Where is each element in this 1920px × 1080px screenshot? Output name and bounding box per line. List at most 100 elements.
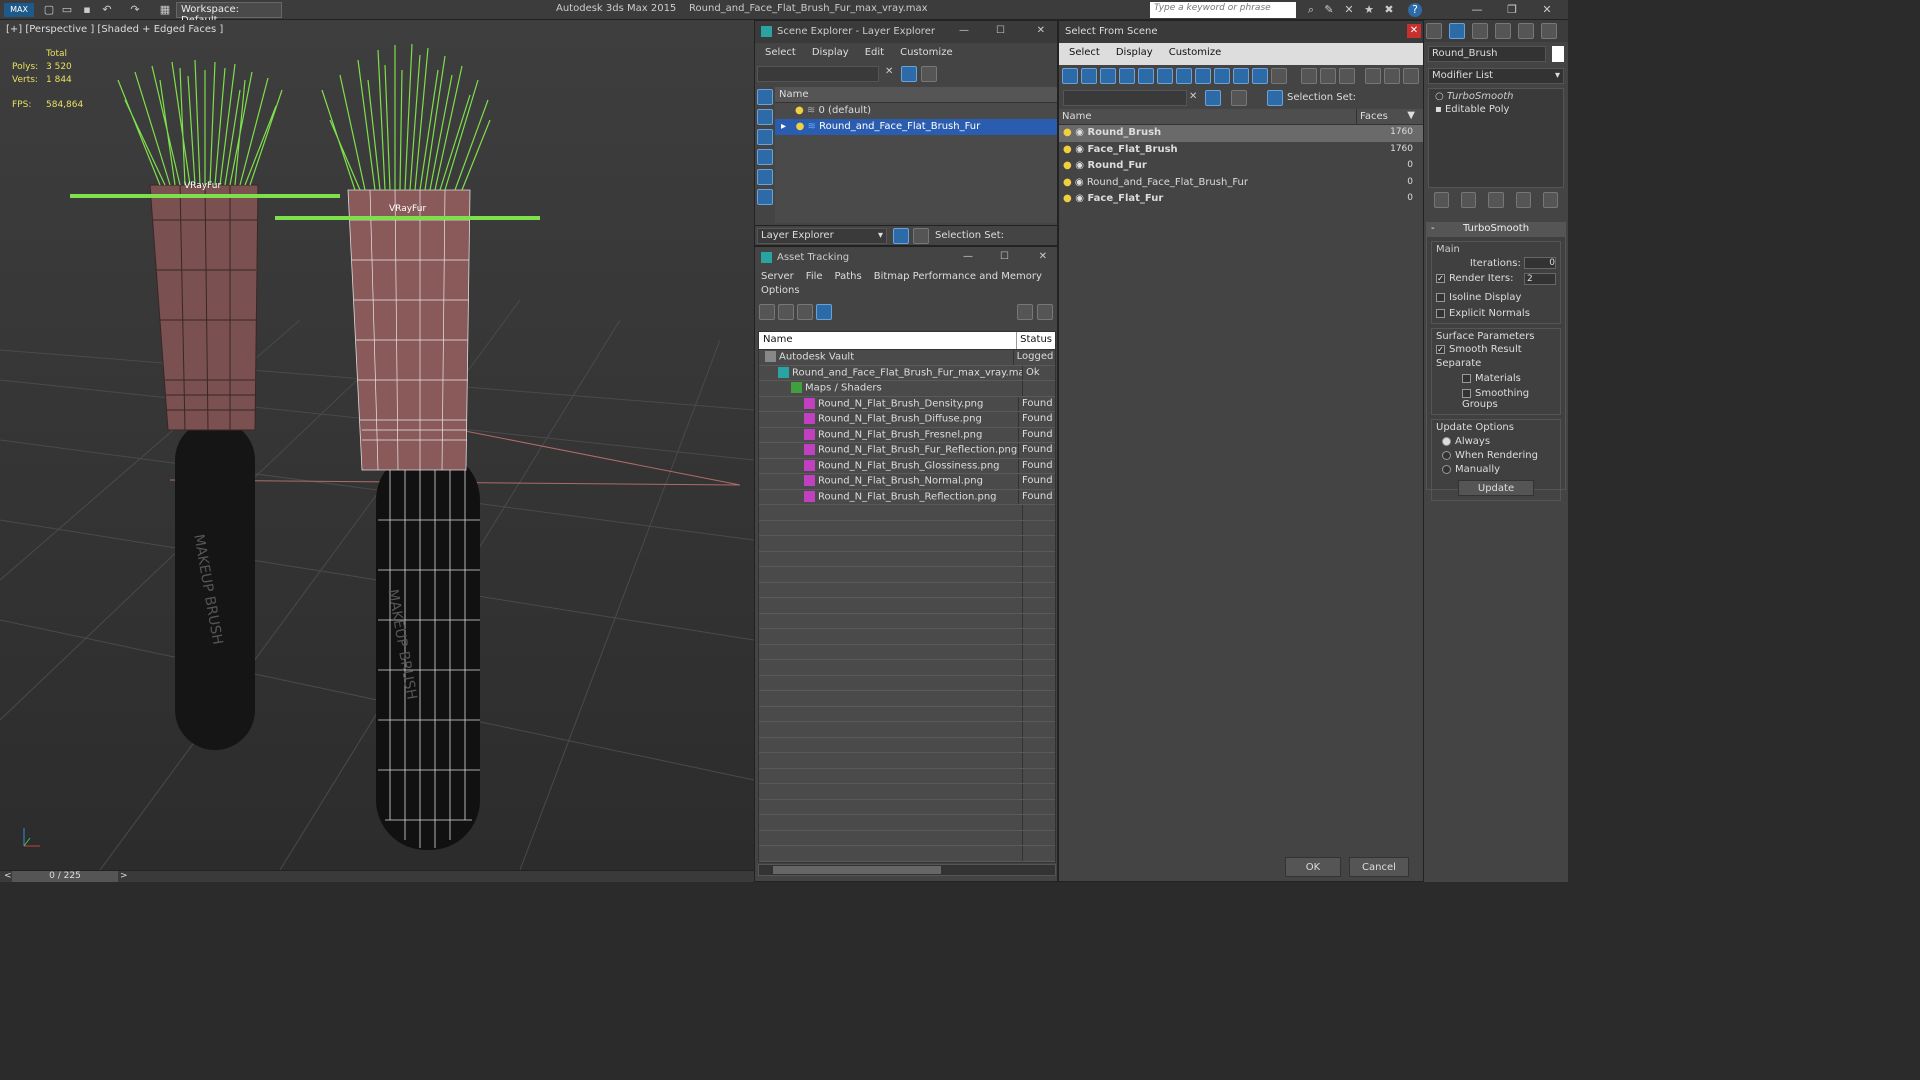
at-menu-file[interactable]: File [806,271,823,283]
expand-arrow-icon[interactable]: ▸ [781,121,786,132]
help-icon[interactable]: ? [1408,3,1422,17]
visibility-bulb-icon[interactable]: ● [1063,127,1075,138]
sfs-menu-customize[interactable]: Customize [1169,47,1222,61]
scene-object-row[interactable]: ● ◉ Round_and_Face_Flat_Brush_Fur 0 [1059,175,1423,192]
asset-row[interactable]: Round_N_Flat_Brush_Diffuse.png Found [759,412,1055,428]
se-explorer-dropdown[interactable]: Layer Explorer ▾ [757,228,887,244]
geometry-filter-icon[interactable] [1062,68,1078,84]
viewport-label[interactable]: [+] [Perspective ] [Shaded + Edged Faces… [6,24,223,35]
lights-filter-icon[interactable] [1100,68,1116,84]
visibility-bulb-icon[interactable]: ● [1063,177,1075,188]
at-help-icon[interactable] [1017,304,1033,320]
scene-object-row[interactable]: ● ◉ Face_Flat_Brush 1760 [1059,142,1423,159]
expand-icon[interactable]: ▪ [1435,104,1442,115]
materials-checkbox[interactable] [1462,373,1471,383]
redo-icon[interactable]: ↷ [128,3,142,17]
visibility-bulb-icon[interactable]: ● [1063,144,1075,155]
binoculars-icon[interactable]: ⌕ [1304,3,1318,17]
asset-row[interactable]: Maps / Shaders [759,381,1055,397]
select-none-icon[interactable] [1320,68,1336,84]
right-brush-handle[interactable] [376,450,480,850]
se-menu-select[interactable]: Select [765,47,796,61]
visibility-bulb-icon[interactable]: ● [1063,160,1075,171]
at-settings-icon[interactable] [1037,304,1053,320]
render-iters-checkbox[interactable]: ✓ [1436,273,1445,283]
left-fur-bristles[interactable] [117,59,283,186]
hierarchy-tab-icon[interactable] [1472,23,1488,39]
sfs-col-faces[interactable]: Faces ▼ [1357,109,1417,124]
at-grid-icon[interactable] [816,304,832,320]
frozen-filter-icon[interactable] [1252,68,1268,84]
perspective-viewport[interactable]: MAKEUP BRUSH MAKEUP BRUSH VRayFur VRayFu… [0,20,754,870]
asset-col-name[interactable]: Name [759,332,1018,349]
display-all-icon[interactable] [1271,68,1287,84]
bulb-icon[interactable]: ● [796,121,805,132]
sfs-collapse-icon[interactable] [1403,68,1419,84]
at-list-icon[interactable] [778,304,794,320]
modifier-list-dropdown[interactable]: Modifier List ▾ [1428,68,1564,84]
se-clear-icon[interactable]: ✕ [885,66,893,77]
helpers-filter-icon[interactable] [1138,68,1154,84]
project-icon[interactable]: ▦ [158,3,172,17]
remove-modifier-icon[interactable] [1515,192,1531,208]
rollout-header[interactable]: - TurboSmooth [1427,223,1565,237]
scene-object-row[interactable]: ● ◉ Round_Fur 0 [1059,158,1423,175]
iterations-spinner[interactable]: 0 [1524,257,1556,269]
asset-row[interactable]: Round_N_Flat_Brush_Density.png Found [759,396,1055,412]
asset-scroll-thumb[interactable] [773,866,941,874]
cancel-button[interactable]: Cancel [1349,857,1409,877]
shapes-filter-icon[interactable] [1081,68,1097,84]
time-next-button[interactable]: > [120,871,128,881]
right-brush-ferrule[interactable] [347,189,471,471]
stack-item-turbosmooth[interactable]: ○ TurboSmooth [1429,89,1563,104]
se-hierarchy-icon[interactable] [913,228,929,244]
undo-icon[interactable]: ↶ [100,3,114,17]
left-brush-ferrule[interactable] [149,184,259,431]
at-refresh-icon[interactable] [759,304,775,320]
scene-object-row[interactable]: ● ◉ Round_Brush 1760 [1059,125,1423,142]
se-tool-5-icon[interactable] [757,169,773,185]
open-file-icon[interactable]: ▭ [60,3,74,17]
asset-row[interactable]: Round_N_Flat_Brush_Fur_Reflection.png Fou… [759,443,1055,459]
tools-icon[interactable]: ✎ [1322,3,1336,17]
se-tool-3-icon[interactable] [757,129,773,145]
at-menu-bitmap[interactable]: Bitmap Performance and Memory [874,271,1042,283]
se-tool-1-icon[interactable] [757,89,773,105]
time-prev-button[interactable]: < [4,871,12,881]
utilities-tab-icon[interactable] [1541,23,1557,39]
se-menu-customize[interactable]: Customize [900,47,953,61]
smooth-result-checkbox[interactable]: ✓ [1436,344,1445,354]
modify-tab-icon[interactable] [1449,23,1465,39]
create-tab-icon[interactable] [1426,23,1442,39]
always-radio[interactable] [1442,436,1451,446]
ok-button[interactable]: OK [1285,857,1341,877]
se-close-icon[interactable]: ✕ [1037,25,1045,36]
visibility-bulb-icon[interactable]: ● [1063,193,1075,204]
sign-in-icon[interactable]: ✕ [1342,3,1356,17]
sort-arrow-icon[interactable]: ▼ [1407,110,1415,121]
object-color-swatch[interactable] [1552,46,1564,62]
sfs-funnel-icon[interactable] [1205,90,1221,106]
se-options-icon[interactable] [921,66,937,82]
sfs-menu-display[interactable]: Display [1116,47,1153,61]
pin-stack-icon[interactable] [1434,192,1450,208]
layer-tree-header[interactable]: Name [775,87,1057,103]
containers-filter-icon[interactable] [1233,68,1249,84]
manually-radio[interactable] [1442,464,1451,474]
make-unique-icon[interactable] [1488,192,1504,208]
se-layers-icon[interactable] [893,228,909,244]
app-logo-icon[interactable]: MAX [4,3,34,17]
stack-item-editable-poly[interactable]: ▪ Editable Poly [1429,104,1563,115]
render-iters-spinner[interactable]: 2 [1524,273,1556,285]
minimize-icon[interactable]: — [1470,3,1484,17]
exchange-icon[interactable]: ✖ [1382,3,1396,17]
se-tool-2-icon[interactable] [757,109,773,125]
asset-row[interactable]: Round_N_Flat_Brush_Normal.png Found [759,474,1055,490]
close-icon[interactable]: ✕ [1540,3,1554,17]
configure-sets-icon[interactable] [1542,192,1559,208]
time-frame-readout[interactable]: 0 / 225 [12,871,118,882]
lightbulb-icon[interactable]: ○ [1435,91,1444,102]
layer-row-default[interactable]: ● ≋ 0 (default) [775,103,1057,119]
bones-filter-icon[interactable] [1214,68,1230,84]
at-menu-options[interactable]: Options [755,285,1057,301]
